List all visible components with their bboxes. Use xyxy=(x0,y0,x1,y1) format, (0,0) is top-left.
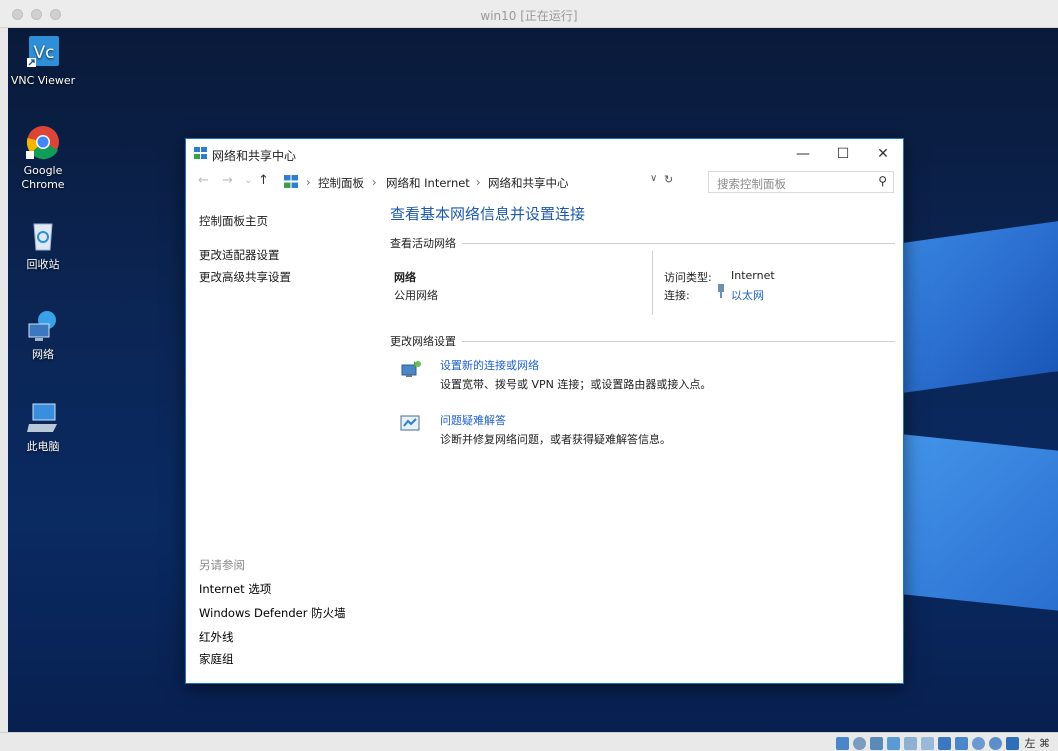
breadcrumb-separator: › xyxy=(306,175,311,189)
troubleshoot-description: 诊断并修复网络问题，或者获得疑难解答信息。 xyxy=(440,433,671,446)
section-divider xyxy=(390,341,895,342)
vnc-viewer-icon: Vc xyxy=(25,34,61,70)
desktop-icon-this-pc[interactable]: 此电脑 xyxy=(8,400,78,454)
desktop-icon-network[interactable]: 网络 xyxy=(8,308,78,362)
active-networks-heading: 查看活动网络 xyxy=(390,235,462,251)
setup-new-connection-description: 设置宽带、拨号或 VPN 连接；或设置路由器或接入点。 xyxy=(440,378,712,391)
see-also-infrared[interactable]: 红外线 xyxy=(199,629,234,645)
network-app-icon xyxy=(194,147,207,159)
host-titlebar: win10 [正在运行] xyxy=(0,0,1058,28)
svg-text:Vc: Vc xyxy=(34,43,55,63)
desktop-icon-label: 此电脑 xyxy=(26,440,60,453)
maximize-button[interactable]: ☐ xyxy=(826,143,860,165)
breadcrumb-item[interactable]: 网络和 Internet xyxy=(386,175,470,191)
desktop-icon-vnc-viewer[interactable]: Vc VNC Viewer xyxy=(8,34,78,88)
desktop-icon-recycle-bin[interactable]: 回收站 xyxy=(8,218,78,272)
close-button[interactable]: ✕ xyxy=(866,143,900,165)
access-type-value: Internet xyxy=(731,269,775,282)
desktop-icon-google-chrome[interactable]: Google Chrome xyxy=(8,124,78,192)
see-also-defender-firewall[interactable]: Windows Defender 防火墙 xyxy=(199,605,346,621)
column-divider xyxy=(652,251,653,315)
breadcrumb-separator: › xyxy=(476,175,481,189)
troubleshoot-link[interactable]: 问题疑难解答 xyxy=(440,412,506,428)
cpu-icon[interactable] xyxy=(971,736,985,750)
mouse-integration-icon[interactable] xyxy=(988,736,1002,750)
desktop-icon-label: 回收站 xyxy=(26,258,60,271)
search-input[interactable]: 搜索控制面板 xyxy=(717,176,786,192)
sidebar-link-change-advanced-sharing[interactable]: 更改高级共享设置 xyxy=(199,269,291,285)
minimize-button[interactable]: — xyxy=(786,143,820,165)
page-heading: 查看基本网络信息并设置连接 xyxy=(390,205,586,223)
ethernet-connection-link[interactable]: 以太网 xyxy=(731,287,764,303)
display-icon[interactable] xyxy=(937,736,951,750)
network-sharing-center-window: 网络和共享中心 — ☐ ✕ ← → ⌄ ↑ › 控制面板 › 网络和 Inter… xyxy=(185,138,904,684)
see-also-internet-options[interactable]: Internet 选项 xyxy=(199,581,271,597)
host-window-title: win10 [正在运行] xyxy=(480,9,578,23)
host-tray: 左 ⌘ xyxy=(835,735,1051,751)
forward-button[interactable]: → xyxy=(222,173,233,188)
chrome-icon xyxy=(25,124,61,160)
control-panel-icon xyxy=(284,175,298,188)
recycle-bin-icon xyxy=(25,218,61,254)
desktop-icon-label: VNC Viewer xyxy=(10,74,76,87)
access-type-label: 访问类型: xyxy=(664,271,712,284)
desktop-icon-label: Google Chrome xyxy=(21,164,65,191)
shared-folders-icon[interactable] xyxy=(920,736,934,750)
keyboard-capture-icon[interactable] xyxy=(1005,736,1019,750)
sidebar-link-control-panel-home[interactable]: 控制面板主页 xyxy=(199,213,268,229)
connection-label: 连接: xyxy=(664,289,690,302)
network-category: 公用网络 xyxy=(394,289,438,302)
see-also-homegroup[interactable]: 家庭组 xyxy=(199,651,234,667)
back-button[interactable]: ← xyxy=(198,173,209,188)
breadcrumb-separator: › xyxy=(372,175,377,189)
see-also-title: 另请参阅 xyxy=(199,558,245,572)
new-connection-icon xyxy=(401,361,421,377)
recording-icon[interactable] xyxy=(954,736,968,750)
search-icon[interactable]: ⚲ xyxy=(878,174,887,188)
breadcrumb-item[interactable]: 控制面板 xyxy=(318,175,364,191)
network-name: 网络 xyxy=(394,271,416,284)
setup-new-connection-link[interactable]: 设置新的连接或网络 xyxy=(440,357,539,373)
refresh-icon[interactable]: ↻ xyxy=(664,173,673,186)
recent-locations-button[interactable]: ⌄ xyxy=(244,175,252,186)
audio-icon[interactable] xyxy=(869,736,883,750)
section-divider xyxy=(390,243,895,244)
host-statusbar: 左 ⌘ xyxy=(0,732,1058,751)
network-icon xyxy=(25,308,61,344)
address-dropdown-icon[interactable]: ∨ xyxy=(650,173,657,184)
address-bar[interactable]: › 控制面板 › 网络和 Internet › 网络和共享中心 xyxy=(284,171,694,193)
network-adapter-icon[interactable] xyxy=(886,736,900,750)
change-network-settings-heading: 更改网络设置 xyxy=(390,333,462,349)
desktop-icon-label: 网络 xyxy=(32,348,54,361)
hard-disk-icon[interactable] xyxy=(835,736,849,750)
usb-icon[interactable] xyxy=(903,736,917,750)
window-title: 网络和共享中心 xyxy=(212,149,297,163)
breadcrumb-item[interactable]: 网络和共享中心 xyxy=(488,175,569,191)
computer-icon xyxy=(25,400,61,436)
host-key-label: 左 ⌘ xyxy=(1024,737,1051,750)
optical-drive-icon[interactable] xyxy=(852,736,866,750)
search-box[interactable]: 搜索控制面板 ⚲ xyxy=(708,171,894,193)
sidebar-link-change-adapter-settings[interactable]: 更改适配器设置 xyxy=(199,247,280,263)
troubleshoot-icon xyxy=(400,415,420,431)
address-row: ← → ⌄ ↑ › 控制面板 › 网络和 Internet › 网络和共享中心 … xyxy=(186,169,903,195)
up-button[interactable]: ↑ xyxy=(258,173,269,188)
window-titlebar[interactable]: 网络和共享中心 — ☐ ✕ xyxy=(186,139,903,167)
ethernet-icon xyxy=(718,284,724,298)
